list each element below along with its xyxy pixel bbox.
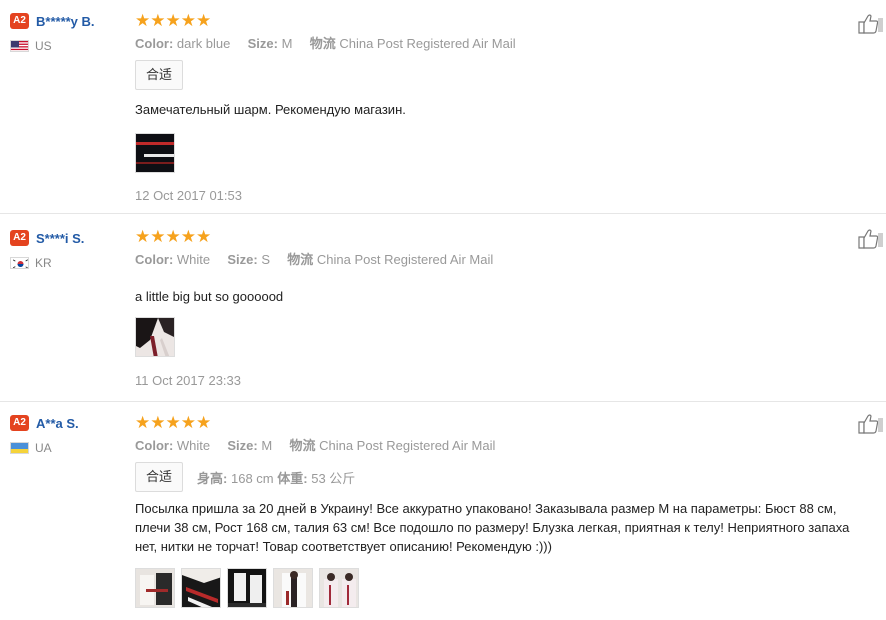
review-text: a little big but so goooood: [135, 289, 284, 304]
size-value: M: [281, 36, 293, 51]
order-attributes: Color: dark blue Size: M 物流 China Post R…: [135, 36, 875, 52]
fit-tag: 合适: [135, 462, 184, 492]
review-item: A2 A**a S. UA ★★★★★ Color: White Size: M…: [0, 402, 886, 620]
review-content: ★★★★★ Color: White Size: S 物流 China Post…: [135, 228, 875, 388]
us-flag-icon: [10, 40, 29, 52]
shipping-value: China Post Registered Air Mail: [339, 36, 516, 51]
shipping-label: 物流: [287, 252, 314, 267]
level-badge: A2: [10, 230, 29, 246]
height-label: 身高:: [197, 470, 228, 486]
reviewer-name[interactable]: B*****y B.: [36, 14, 95, 29]
fit-tag: 合适: [135, 60, 184, 90]
star-rating: ★★★★★: [135, 227, 212, 246]
size-label: Size:: [227, 252, 258, 267]
ua-flag-icon: [10, 442, 29, 454]
star-rating: ★★★★★: [135, 11, 212, 30]
thumbs-up-icon: [858, 414, 883, 434]
reviewer-info: A2 A**a S. UA: [10, 414, 128, 455]
level-badge: A2: [10, 13, 29, 29]
reviewer-info: A2 B*****y B. US: [10, 12, 128, 53]
country-code: US: [35, 39, 52, 53]
color-value: White: [176, 438, 211, 453]
color-value: dark blue: [176, 36, 231, 51]
review-item: A2 B*****y B. US ★★★★★ Color: dark blue …: [0, 0, 886, 214]
size-value: S: [261, 252, 271, 267]
body-measurements: 身高: 168 cm 体重: 53 公斤: [197, 468, 355, 487]
level-badge: A2: [10, 415, 29, 431]
shipping-value: China Post Registered Air Mail: [316, 252, 494, 267]
review-photo-thumbnail[interactable]: [135, 317, 175, 357]
order-attributes: Color: White Size: S 物流 China Post Regis…: [135, 252, 875, 268]
country-code: UA: [35, 441, 52, 455]
color-value: White: [176, 252, 211, 267]
review-photo-thumbnail[interactable]: [273, 568, 313, 608]
review-photo-thumbnail[interactable]: [135, 568, 175, 608]
review-date: 11 Oct 2017 23:33: [135, 373, 242, 388]
size-label: Size:: [227, 438, 258, 453]
color-label: Color:: [135, 438, 174, 453]
shipping-value: China Post Registered Air Mail: [319, 438, 496, 453]
height-value: 168 cm: [230, 470, 274, 486]
star-rating: ★★★★★: [135, 413, 212, 432]
color-label: Color:: [135, 252, 174, 267]
review-content: ★★★★★ Color: dark blue Size: M 物流 China …: [135, 12, 875, 203]
size-value: M: [261, 438, 273, 453]
review-photo-thumbnail[interactable]: [227, 568, 267, 608]
review-date: 12 Oct 2017 01:53: [135, 188, 242, 203]
color-label: Color:: [135, 36, 174, 51]
shipping-label: 物流: [289, 438, 316, 453]
kr-flag-icon: [10, 257, 29, 269]
weight-label: 体重:: [277, 470, 308, 486]
reviewer-info: A2 S****i S. KR: [10, 229, 128, 270]
helpful-button[interactable]: [858, 14, 884, 34]
helpful-button[interactable]: [858, 414, 884, 434]
size-label: Size:: [247, 36, 278, 51]
review-item: A2 S****i S. KR ★★★★★ Color: White Size:…: [0, 214, 886, 402]
review-text: Замечательный шарм. Рекомендую магазин.: [135, 102, 406, 117]
review-photo-thumbnail[interactable]: [135, 133, 175, 173]
review-content: ★★★★★ Color: White Size: M 物流 China Post…: [135, 414, 875, 608]
reviewer-name[interactable]: S****i S.: [36, 231, 84, 246]
reviewer-name[interactable]: A**a S.: [36, 416, 79, 431]
review-text: Посылка пришла за 20 дней в Украину! Все…: [135, 501, 850, 554]
thumbs-up-icon: [858, 229, 883, 249]
country-code: KR: [35, 256, 52, 270]
weight-value: 53 公斤: [311, 470, 356, 486]
review-photo-thumbnail[interactable]: [319, 568, 359, 608]
shipping-label: 物流: [309, 36, 336, 51]
helpful-button[interactable]: [858, 229, 884, 249]
thumbs-up-icon: [858, 14, 883, 34]
order-attributes: Color: White Size: M 物流 China Post Regis…: [135, 438, 875, 454]
review-photo-thumbnail[interactable]: [181, 568, 221, 608]
